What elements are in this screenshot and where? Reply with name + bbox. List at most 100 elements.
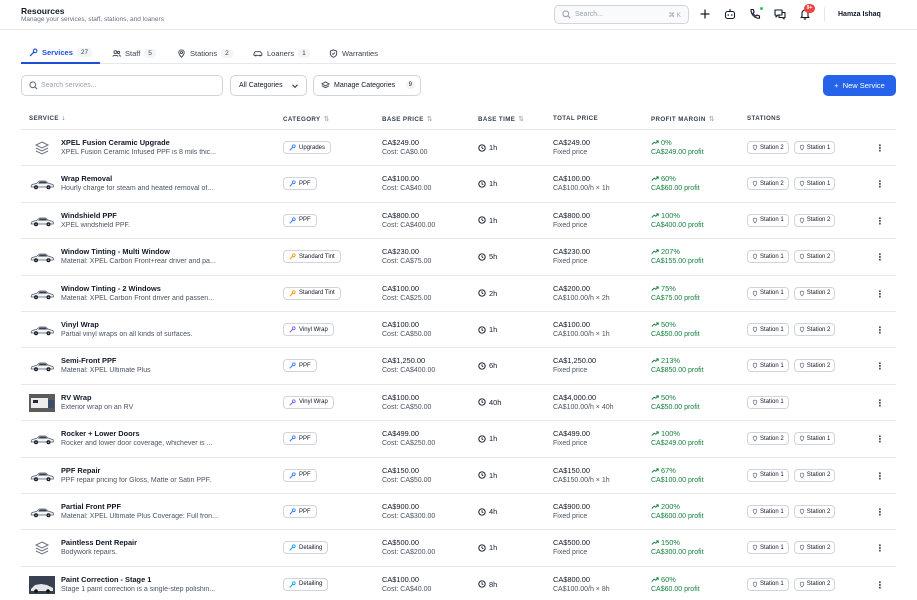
service-description: XPEL Fusion Ceramic Infused PPF is 8 mil… [61, 149, 216, 156]
tab-count: 5 [144, 48, 156, 58]
row-menu-icon[interactable]: ⋮ [875, 578, 885, 592]
profit-margin: 75% [651, 284, 676, 293]
new-service-button[interactable]: + New Service [823, 75, 896, 96]
station-badge: Station 2 [793, 541, 836, 555]
row-menu-icon[interactable]: ⋮ [875, 214, 885, 228]
row-menu-icon[interactable]: ⋮ [875, 250, 885, 264]
service-description: Material: XPEL Carbon Front driver and p… [61, 294, 215, 302]
trending-up-icon [651, 540, 659, 546]
global-search-input[interactable]: Search... ⌘ K [554, 5, 689, 24]
category-filter-select[interactable]: All Categories [230, 75, 307, 96]
row-menu-icon[interactable]: ⋮ [875, 177, 885, 191]
tab-warranties[interactable]: Warranties [321, 42, 386, 64]
row-menu-icon[interactable]: ⋮ [875, 432, 885, 446]
station-badge: Station 1 [793, 432, 836, 446]
table-row[interactable]: Windshield PPF XPEL windshield PPF. PPF … [21, 203, 896, 240]
shield-icon [329, 48, 338, 58]
base-cost: Cost: CA$400.00 [382, 367, 436, 375]
tab-services[interactable]: Services 27 [21, 42, 101, 64]
trending-up-icon [651, 468, 659, 473]
table-row[interactable]: Partial Front PPF Material: XPEL Ultimat… [21, 494, 896, 531]
tab-label: Stations [190, 48, 218, 58]
map-pin-icon [799, 581, 804, 588]
table-row[interactable]: Window Tinting - Multi Window Material: … [21, 239, 896, 276]
table-row[interactable]: Window Tinting - 2 Windows Material: XPE… [21, 276, 896, 312]
table-row[interactable]: Paintless Dent Repair Bodywork repairs. … [21, 530, 896, 567]
user-menu[interactable]: Hamza Ishaq [838, 11, 881, 18]
station-badge: Station 1 [747, 505, 789, 518]
map-pin-icon [752, 326, 758, 333]
plus-icon[interactable] [698, 7, 712, 21]
category-badge: Detailing [283, 541, 329, 555]
map-pin-icon [752, 290, 758, 297]
tab-loaners[interactable]: Loaners 1 [245, 42, 318, 64]
map-pin-icon [752, 581, 758, 588]
profit-amount: CA$155.00 profit [651, 258, 704, 266]
stations-list: Station 1 Station 2 [747, 541, 836, 555]
service-description: PPF repair pricing for Gloss, Matte or S… [61, 476, 212, 484]
row-menu-icon[interactable]: ⋮ [875, 469, 885, 483]
row-menu-icon[interactable]: ⋮ [875, 287, 885, 301]
table-row[interactable]: Rocker + Lower Doors Rocker and lower do… [21, 421, 896, 458]
row-menu-icon[interactable]: ⋮ [875, 505, 885, 519]
profit-margin: 100% [651, 429, 680, 438]
base-price: CA$499.00 [382, 429, 419, 439]
table-row[interactable]: Paint Correction - Stage 1 Stage 1 paint… [21, 567, 896, 600]
col-service[interactable]: SERVICE ↓ [29, 115, 66, 122]
bot-icon[interactable] [723, 7, 737, 21]
service-name: XPEL Fusion Ceramic Upgrade [61, 138, 170, 147]
table-row[interactable]: XPEL Fusion Ceramic Upgrade XPEL Fusion … [21, 130, 896, 167]
trending-up-icon [651, 322, 659, 327]
table-row[interactable]: PPF Repair PPF repair pricing for Gloss,… [21, 458, 896, 494]
category-badge: Vinyl Wrap [283, 323, 334, 336]
base-time: 4h [478, 507, 497, 516]
station-badge: Station 2 [793, 468, 836, 482]
sort-icon: ⇅ [426, 116, 434, 123]
map-pin-icon [752, 545, 758, 551]
total-price-detail: Fixed price [553, 440, 588, 448]
wrench-icon [29, 48, 38, 56]
table-row[interactable]: Vinyl Wrap Partial vinyl wraps on all ki… [21, 312, 896, 349]
profit-margin: 67% [651, 466, 676, 475]
base-time: 1h [478, 325, 497, 334]
base-cost: Cost: CA$200.00 [382, 549, 436, 557]
base-time: 5h [478, 252, 497, 261]
row-menu-icon[interactable]: ⋮ [875, 141, 885, 155]
table-row[interactable]: Semi-Front PPF Material: XPEL Ultimate P… [21, 348, 896, 385]
table-row[interactable]: Wrap Removal Hourly charge for steam and… [21, 166, 896, 203]
col-base-price[interactable]: BASE PRICE ⇅ [382, 115, 434, 124]
total-price: CA$1,250.00 [553, 356, 597, 366]
table-row[interactable]: RV Wrap Exterior wrap on an RV Vinyl Wra… [21, 385, 896, 422]
col-category[interactable]: CATEGORY ⇅ [283, 115, 330, 124]
service-name: RV Wrap [61, 392, 92, 402]
station-badge: Station 1 [747, 213, 789, 227]
map-pin-icon [799, 181, 804, 187]
station-badge: Station 1 [747, 577, 789, 591]
tab-stations[interactable]: Stations 2 [169, 42, 241, 64]
base-price: CA$1,250.00 [382, 356, 426, 366]
col-profit-margin[interactable]: PROFIT MARGIN ⇅ [651, 115, 715, 124]
tab-staff[interactable]: Staff 5 [104, 42, 164, 64]
chat-icon[interactable] [773, 7, 787, 21]
top-bar: Resources Manage your services, staff, s… [0, 0, 917, 30]
col-base-time[interactable]: BASE TIME ⇅ [478, 115, 525, 124]
row-menu-icon[interactable]: ⋮ [875, 396, 885, 410]
wrench-icon [289, 471, 296, 479]
trending-up-icon [651, 358, 659, 364]
base-cost: Cost: CA$50.00 [382, 403, 432, 411]
sort-icon: ⇅ [323, 116, 330, 123]
total-price-detail: Fixed price [553, 149, 588, 156]
profit-margin: 213% [651, 356, 680, 365]
stations-list: Station 2 Station 1 [747, 432, 836, 446]
row-menu-icon[interactable]: ⋮ [875, 359, 885, 373]
service-name: Partial Front PPF [61, 502, 121, 511]
clock-icon [478, 253, 486, 261]
stations-list: Station 1 Station 2 [747, 577, 836, 591]
search-icon [29, 81, 38, 90]
row-menu-icon[interactable]: ⋮ [875, 541, 885, 555]
service-search-input[interactable]: Search services... [21, 75, 223, 96]
service-description: XPEL windshield PPF. [61, 221, 130, 229]
map-pin-icon [799, 326, 804, 333]
manage-categories-button[interactable]: Manage Categories 9 [313, 75, 421, 96]
row-menu-icon[interactable]: ⋮ [875, 323, 885, 337]
